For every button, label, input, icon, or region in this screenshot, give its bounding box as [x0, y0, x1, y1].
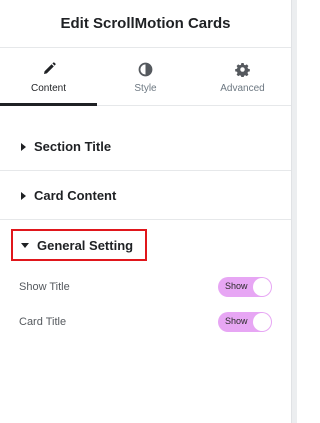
panel-title: Edit ScrollMotion Cards: [60, 14, 231, 32]
caret-right-icon: [21, 142, 26, 151]
panel-scrollbar-edge: [291, 0, 297, 423]
card-title-toggle[interactable]: Show: [218, 312, 272, 332]
panel-header: Edit ScrollMotion Cards: [0, 0, 291, 48]
caret-right-icon: [21, 191, 26, 200]
section-general-setting-label: General Setting: [37, 237, 134, 253]
tab-bar: Content Style Advanced: [0, 48, 291, 106]
toggle-knob: [253, 313, 271, 331]
tab-content-label: Content: [30, 83, 67, 94]
section-card-content[interactable]: Card Content: [0, 172, 291, 220]
section-card-content-label: Card Content: [34, 188, 117, 203]
tab-advanced-label: Advanced: [220, 83, 265, 94]
tab-content[interactable]: Content: [0, 48, 97, 106]
half-circle-icon: [138, 61, 154, 77]
show-title-toggle-text: Show: [225, 281, 248, 291]
show-title-toggle[interactable]: Show: [218, 277, 272, 297]
field-show-title: Show Title Show: [0, 276, 291, 298]
tab-advanced[interactable]: Advanced: [194, 48, 291, 105]
pencil-icon: [41, 61, 57, 77]
caret-down-icon: [21, 242, 29, 248]
section-general-setting[interactable]: General Setting: [11, 229, 147, 261]
field-card-title-label: Card Title: [19, 316, 67, 328]
toggle-knob: [253, 278, 271, 296]
field-card-title: Card Title Show: [0, 311, 291, 333]
section-section-title-label: Section Title: [34, 139, 112, 154]
tab-style[interactable]: Style: [97, 48, 194, 105]
tab-style-label: Style: [134, 83, 157, 94]
gear-icon: [235, 61, 251, 77]
section-section-title[interactable]: Section Title: [0, 123, 291, 171]
field-show-title-label: Show Title: [19, 281, 70, 293]
card-title-toggle-text: Show: [225, 316, 248, 326]
